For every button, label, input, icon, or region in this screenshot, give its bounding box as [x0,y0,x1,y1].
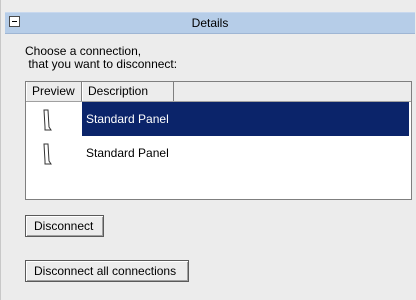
header-title: Details [191,16,229,30]
list-header: Preview Description [26,82,411,102]
connections-list[interactable]: Preview Description Standard Panel Stand… [25,81,412,200]
row-description: Standard Panel [86,146,169,160]
column-header-description[interactable]: Description [82,82,174,101]
details-header[interactable]: Details [5,12,415,34]
panel-thumbnail-icon [43,109,52,131]
instructions-text: Choose a connection, that you want to di… [25,44,178,71]
details-panel: Details Choose a connection, that you wa… [0,0,415,300]
list-item[interactable]: Standard Panel [26,136,411,170]
column-header-preview[interactable]: Preview [26,82,82,101]
disconnect-button[interactable]: Disconnect [25,215,104,237]
panel-thumbnail-icon [43,143,52,165]
disconnect-all-button[interactable]: Disconnect all connections [25,260,189,282]
list-item[interactable]: Standard Panel [26,102,411,136]
row-description: Standard Panel [82,102,409,136]
